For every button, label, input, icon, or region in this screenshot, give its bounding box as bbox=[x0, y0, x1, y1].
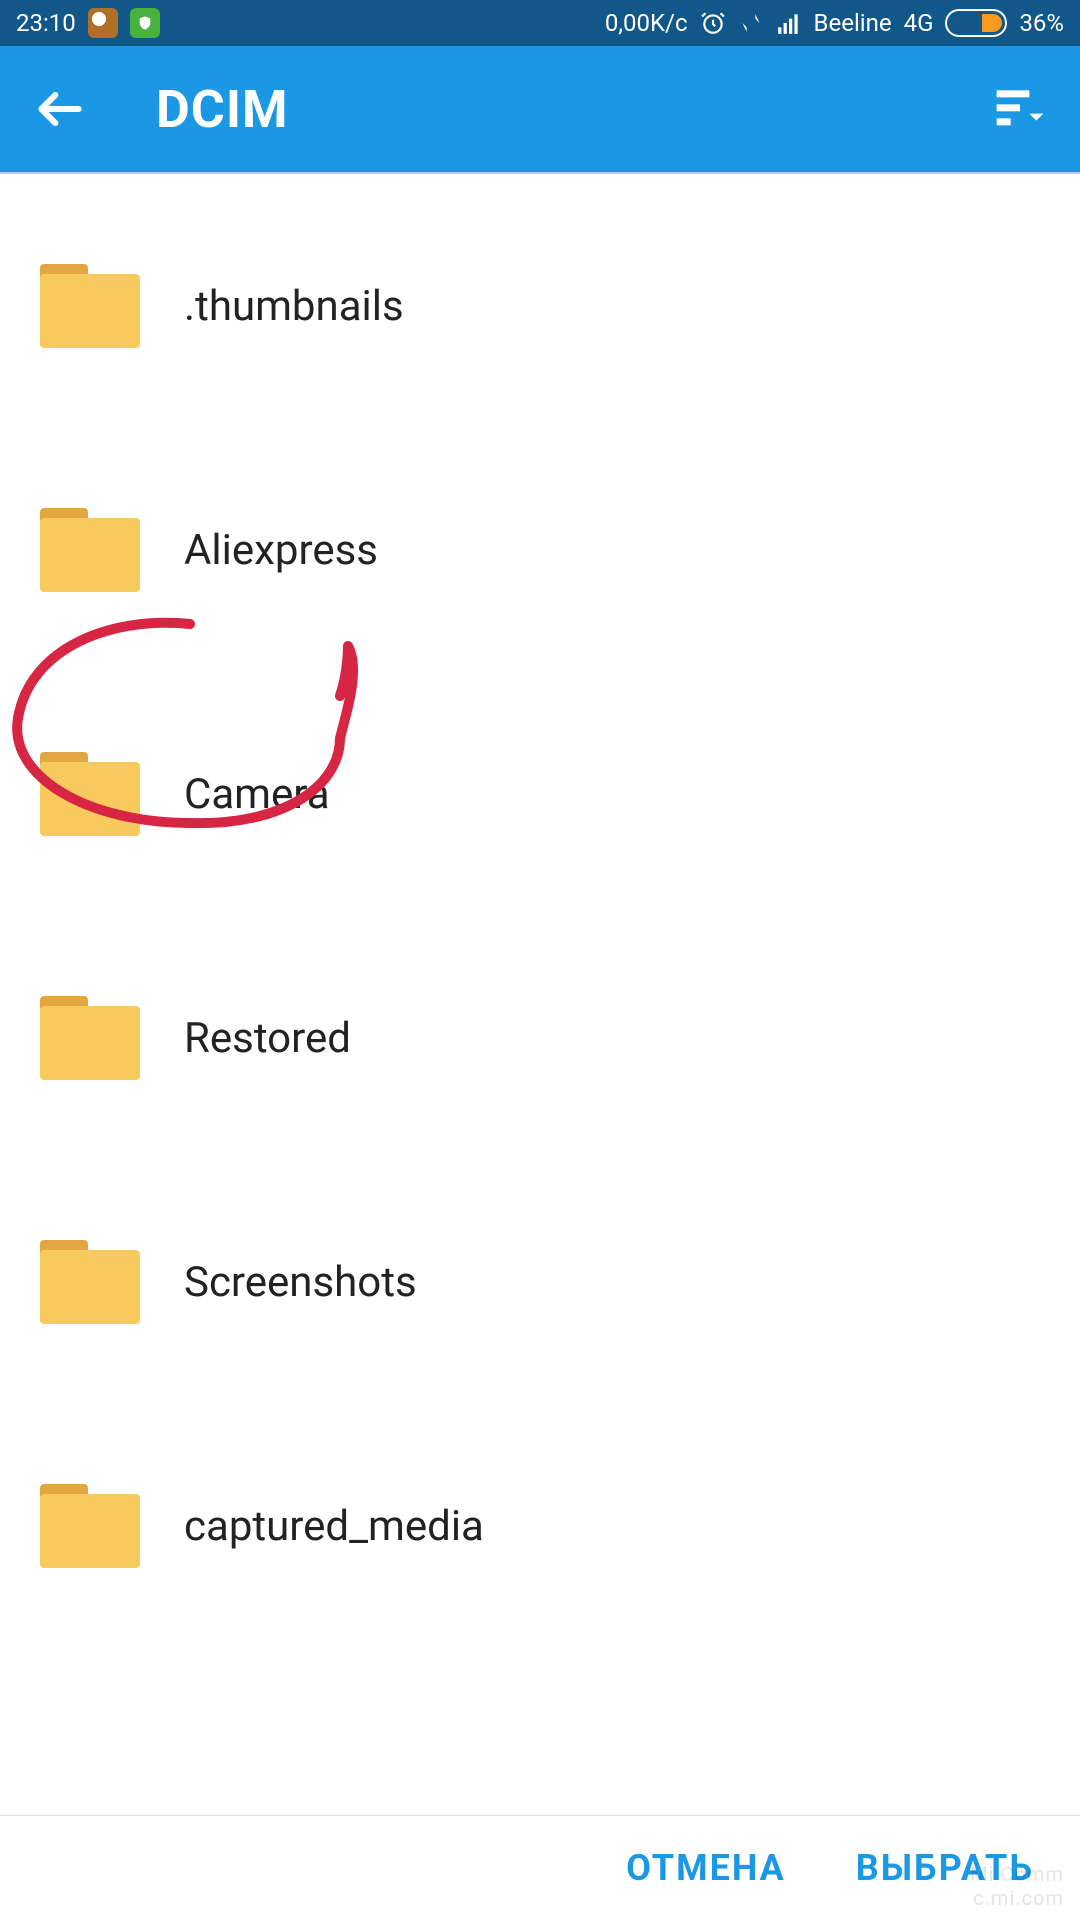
folder-icon bbox=[40, 1240, 140, 1324]
status-right: 0,00K/c Beeline 4G 36% bbox=[605, 9, 1064, 37]
folder-item-restored[interactable]: Restored bbox=[0, 916, 1080, 1160]
folder-item-screenshots[interactable]: Screenshots bbox=[0, 1160, 1080, 1404]
watermark: Mi Comm c.mi.com bbox=[970, 1862, 1064, 1910]
folder-item-thumbnails[interactable]: .thumbnails bbox=[0, 184, 1080, 428]
watermark-line2: c.mi.com bbox=[970, 1886, 1064, 1910]
folder-icon bbox=[40, 996, 140, 1080]
cancel-button[interactable]: ОТМЕНА bbox=[626, 1847, 786, 1889]
status-left: 23:10 bbox=[16, 8, 160, 38]
status-bar: 23:10 0,00K/c Beeline 4G 36% bbox=[0, 0, 1080, 46]
folder-icon bbox=[40, 264, 140, 348]
network-speed: 0,00K/c bbox=[605, 9, 688, 37]
folder-icon bbox=[40, 508, 140, 592]
folder-icon bbox=[40, 752, 140, 836]
folder-item-captured-media[interactable]: captured_media bbox=[0, 1404, 1080, 1648]
folder-label: captured_media bbox=[184, 1502, 484, 1551]
folder-icon bbox=[40, 1484, 140, 1568]
folder-list: .thumbnails Aliexpress Camera Restored S… bbox=[0, 174, 1080, 1648]
app-bar: DCIM bbox=[0, 46, 1080, 174]
folder-label: .thumbnails bbox=[184, 282, 404, 331]
battery-percent: 36% bbox=[1019, 9, 1064, 37]
bottom-action-bar: ОТМЕНА ВЫБРАТЬ bbox=[0, 1816, 1080, 1920]
back-button[interactable] bbox=[28, 77, 92, 141]
carrier-label: Beeline bbox=[814, 9, 892, 37]
folder-label: Screenshots bbox=[184, 1258, 417, 1307]
watermark-line1: Mi Comm bbox=[970, 1862, 1064, 1886]
sort-button[interactable] bbox=[988, 77, 1052, 141]
alarm-icon bbox=[700, 10, 726, 36]
battery-icon bbox=[945, 9, 1007, 37]
shield-icon bbox=[130, 8, 160, 38]
folder-label: Restored bbox=[184, 1014, 351, 1063]
status-time: 23:10 bbox=[16, 9, 76, 37]
folder-item-camera[interactable]: Camera bbox=[0, 672, 1080, 916]
weather-icon bbox=[88, 8, 118, 38]
folder-label: Camera bbox=[184, 770, 330, 819]
data-arrows-icon bbox=[738, 10, 764, 36]
signal-icon bbox=[776, 10, 802, 36]
folder-item-aliexpress[interactable]: Aliexpress bbox=[0, 428, 1080, 672]
folder-label: Aliexpress bbox=[184, 526, 378, 575]
page-title: DCIM bbox=[156, 79, 289, 140]
network-type-label: 4G bbox=[904, 9, 934, 37]
